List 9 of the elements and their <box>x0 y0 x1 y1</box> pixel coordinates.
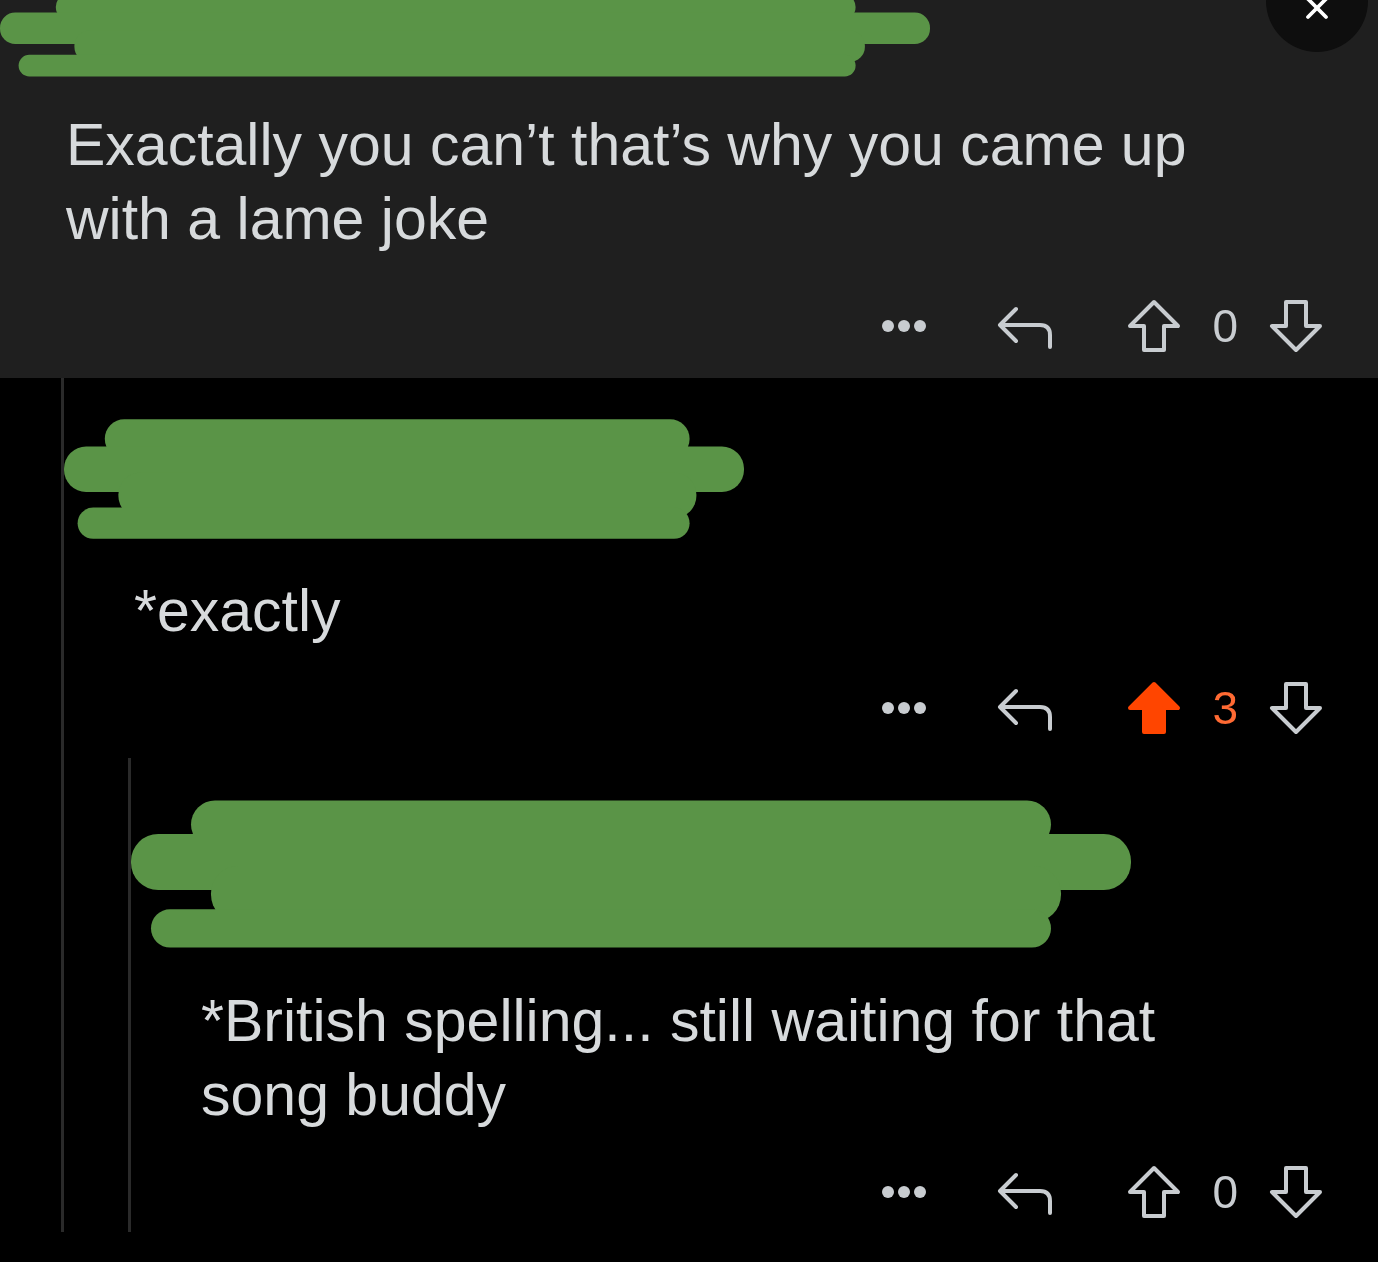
more-options-icon[interactable] <box>882 1186 927 1198</box>
more-options-icon[interactable] <box>882 702 927 714</box>
vote-count: 0 <box>1212 303 1238 349</box>
more-options-icon[interactable] <box>882 320 927 332</box>
vote-count: 3 <box>1212 685 1238 731</box>
comment-text: Exactally you can’t that’s why you came up with a lame joke <box>66 111 1188 254</box>
comment-text: *British spelling... still waiting for that song buddy <box>201 987 1157 1130</box>
vote-count: 0 <box>1212 1169 1238 1215</box>
comment-text: *exactly <box>134 577 342 646</box>
